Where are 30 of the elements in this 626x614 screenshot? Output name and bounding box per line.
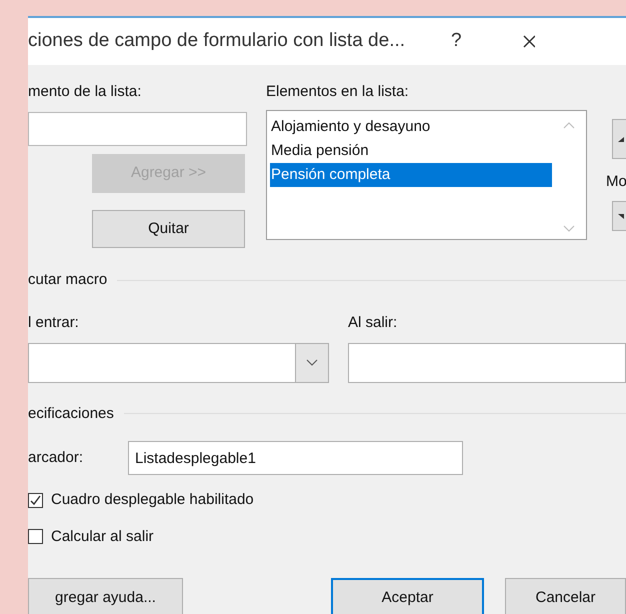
list-label: Elementos en la lista: <box>266 83 410 101</box>
bookmark-input-field[interactable]: Listadesplegable1 <box>128 441 463 475</box>
checkbox[interactable] <box>28 492 43 508</box>
help-button[interactable]: gregar ayuda... <box>28 578 183 614</box>
field-label: mento de la lista: <box>28 83 142 101</box>
checkbox-label: Cuadro desplegable habilitado <box>51 490 254 510</box>
move-label: Mo <box>606 173 626 191</box>
close-icon[interactable] <box>522 34 535 48</box>
cancel-button[interactable]: Cancelar <box>505 578 626 614</box>
field-label: Al salir: <box>348 314 398 332</box>
checkbox-label: Calcular al salir <box>51 526 154 546</box>
move-up-button[interactable] <box>612 119 626 159</box>
group-title: ecificaciones <box>28 404 114 424</box>
help-button[interactable]: ? <box>445 27 468 56</box>
list-item[interactable]: Alojamiento y desayuno <box>270 115 552 139</box>
on-exit-field[interactable] <box>348 342 626 382</box>
checkbox[interactable] <box>28 529 43 544</box>
field-label: l entrar: <box>28 314 80 332</box>
group-title: cutar macro <box>28 270 108 290</box>
remove-button[interactable]: Quitar <box>92 210 245 248</box>
list-item[interactable]: Media pensión <box>270 139 552 163</box>
field-label: arcador: <box>28 448 84 468</box>
window-title: ciones de campo de formulario con lista de... <box>28 29 406 54</box>
list-item[interactable]: Pensión completa <box>270 163 552 187</box>
triangle-icon <box>618 136 624 142</box>
item-input-field[interactable] <box>28 112 247 146</box>
ok-button[interactable]: Aceptar <box>331 578 484 614</box>
dropdown-icon <box>306 359 318 366</box>
move-down-button[interactable] <box>612 201 626 231</box>
triangle-icon <box>618 214 624 218</box>
